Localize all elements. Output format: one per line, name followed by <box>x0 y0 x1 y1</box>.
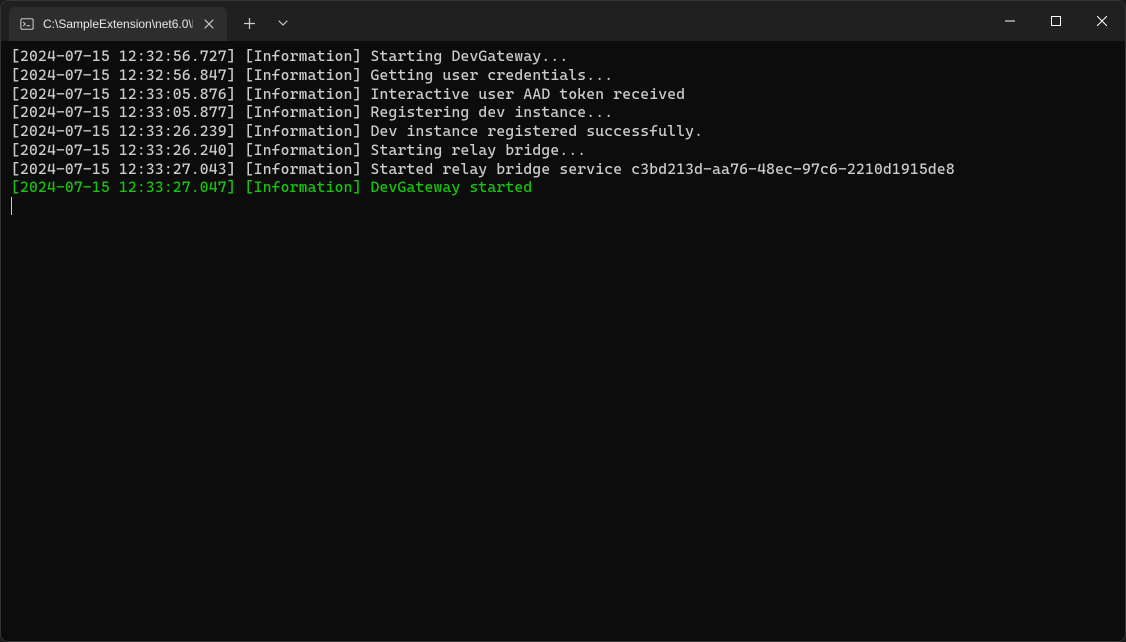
cursor <box>11 197 12 215</box>
log-line: [2024-07-15 12:33:05.877] [Information] … <box>11 103 1115 122</box>
log-line: [2024-07-15 12:33:05.876] [Information] … <box>11 85 1115 104</box>
window-controls <box>987 1 1125 41</box>
minimize-button[interactable] <box>987 1 1033 41</box>
terminal-output[interactable]: [2024-07-15 12:32:56.727] [Information] … <box>1 41 1125 641</box>
tab-dropdown-button[interactable] <box>267 7 299 39</box>
tab-actions <box>233 1 299 41</box>
log-line: [2024-07-15 12:33:27.043] [Information] … <box>11 160 1115 179</box>
tab-title: C:\SampleExtension\net6.0\M <box>43 17 193 31</box>
terminal-icon <box>19 16 35 32</box>
title-bar-drag-area[interactable] <box>299 1 987 41</box>
maximize-button[interactable] <box>1033 1 1079 41</box>
log-line: [2024-07-15 12:33:27.047] [Information] … <box>11 178 1115 197</box>
tab-close-button[interactable] <box>201 16 217 32</box>
log-line: [2024-07-15 12:32:56.727] [Information] … <box>11 47 1115 66</box>
terminal-window: C:\SampleExtension\net6.0\M <box>0 0 1126 642</box>
log-line: [2024-07-15 12:33:26.239] [Information] … <box>11 122 1115 141</box>
prompt-cursor-line <box>11 197 1115 215</box>
log-line: [2024-07-15 12:32:56.847] [Information] … <box>11 66 1115 85</box>
tab[interactable]: C:\SampleExtension\net6.0\M <box>9 7 227 41</box>
new-tab-button[interactable] <box>233 7 265 39</box>
title-bar: C:\SampleExtension\net6.0\M <box>1 1 1125 41</box>
log-line: [2024-07-15 12:33:26.240] [Information] … <box>11 141 1115 160</box>
close-button[interactable] <box>1079 1 1125 41</box>
